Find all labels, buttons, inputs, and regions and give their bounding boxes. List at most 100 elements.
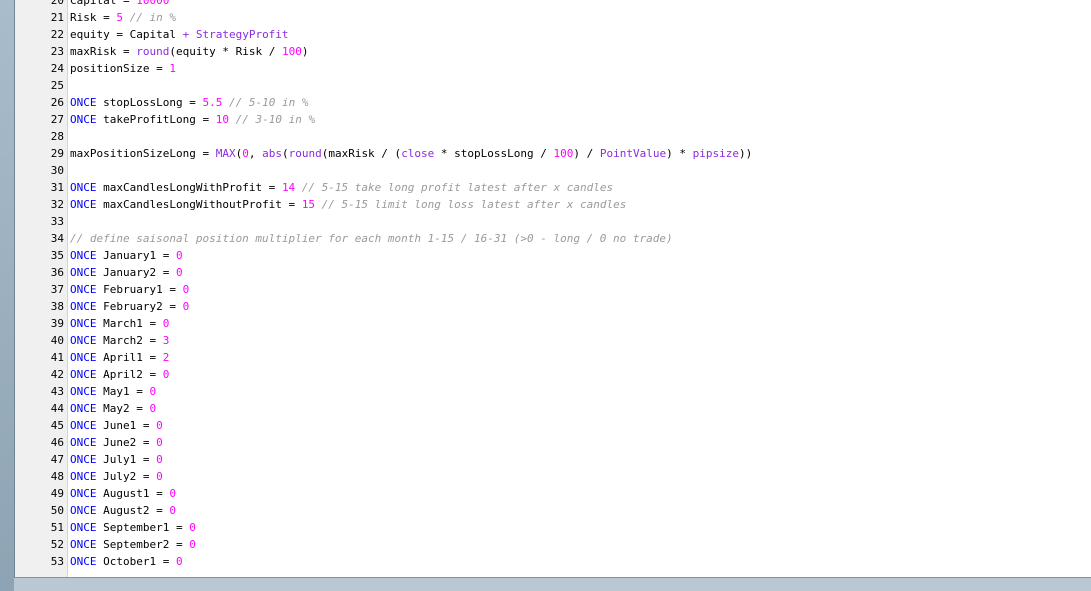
code-line[interactable]: 42 ONCE April2 = 0	[15, 366, 1091, 383]
horizontal-scrollbar[interactable]	[14, 577, 1091, 591]
code-text: ONCE February2 = 0	[70, 298, 189, 315]
code-line[interactable]: 51 ONCE September1 = 0	[15, 519, 1091, 536]
code-token: ))	[739, 147, 753, 160]
code-text: ONCE April2 = 0	[70, 366, 169, 383]
code-token: September2 =	[96, 538, 190, 551]
code-text: ONCE August1 = 0	[70, 485, 176, 502]
code-line[interactable]: 52 ONCE September2 = 0	[15, 536, 1091, 553]
code-token: 0	[182, 283, 190, 296]
line-number: 30	[50, 164, 64, 177]
code-line[interactable]: 48 ONCE July2 = 0	[15, 468, 1091, 485]
code-line[interactable]: 49 ONCE August1 = 0	[15, 485, 1091, 502]
line-number: 46	[50, 436, 64, 449]
code-line[interactable]: 23 maxRisk = round(equity * Risk / 100)	[15, 43, 1091, 60]
line-number: 20	[50, 0, 64, 7]
code-token: ONCE	[70, 521, 97, 534]
code-token: ONCE	[70, 198, 97, 211]
code-line[interactable]: 20 Capital = 10000	[15, 0, 1091, 9]
code-text: ONCE May1 = 0	[70, 383, 156, 400]
code-token: equity = Capital	[70, 28, 183, 41]
code-token: ) /	[573, 147, 600, 160]
line-number: 27	[50, 113, 64, 126]
code-token: 1	[169, 62, 176, 75]
code-token: ONCE	[70, 402, 97, 415]
code-line[interactable]: 46 ONCE June2 = 0	[15, 434, 1091, 451]
code-token: 10	[215, 113, 229, 126]
line-number: 51	[50, 521, 64, 534]
code-line[interactable]: 34 // define saisonal position multiplier…	[15, 230, 1091, 247]
code-line[interactable]: 29 maxPositionSizeLong = MAX(0, abs(round…	[15, 145, 1091, 162]
line-number: 28	[50, 130, 64, 143]
code-line[interactable]: 50 ONCE August2 = 0	[15, 502, 1091, 519]
code-line[interactable]: 53 ONCE October1 = 0	[15, 553, 1091, 570]
line-number: 39	[50, 317, 64, 330]
code-token: 0	[175, 555, 183, 568]
code-line[interactable]: 28	[15, 128, 1091, 145]
code-token: 0	[156, 419, 163, 432]
code-editor[interactable]: 20 Capital = 10000 21 Risk = 5 // in % 22 equ…	[14, 0, 1091, 578]
code-token: ONCE	[70, 538, 97, 551]
code-token: June2 =	[96, 436, 157, 449]
code-line[interactable]: 30	[15, 162, 1091, 179]
code-token: close	[401, 147, 435, 160]
code-line[interactable]: 38 ONCE February2 = 0	[15, 298, 1091, 315]
code-line[interactable]: 40 ONCE March2 = 3	[15, 332, 1091, 349]
code-token: July2 =	[96, 470, 157, 483]
code-line[interactable]: 31 ONCE maxCandlesLongWithProfit = 14 // …	[15, 179, 1091, 196]
code-line[interactable]: 25	[15, 77, 1091, 94]
code-line[interactable]: 36 ONCE January2 = 0	[15, 264, 1091, 281]
code-token: ONCE	[70, 487, 97, 500]
code-token: round	[136, 45, 170, 58]
line-number: 29	[50, 147, 64, 160]
line-number: 23	[50, 45, 64, 58]
line-number: 42	[50, 368, 64, 381]
code-token: 0	[169, 487, 176, 500]
code-text: maxPositionSizeLong = MAX(0, abs(round(m…	[70, 145, 752, 162]
code-text: ONCE September1 = 0	[70, 519, 196, 536]
code-text: ONCE June1 = 0	[70, 417, 163, 434]
line-number: 25	[50, 79, 64, 92]
code-text: ONCE October1 = 0	[70, 553, 183, 570]
code-line[interactable]: 27 ONCE takeProfitLong = 10 // 3-10 in %	[15, 111, 1091, 128]
line-number: 22	[50, 28, 64, 41]
code-token: Capital =	[70, 0, 137, 7]
code-line[interactable]: 45 ONCE June1 = 0	[15, 417, 1091, 434]
code-line[interactable]: 47 ONCE July1 = 0	[15, 451, 1091, 468]
code-line[interactable]: 43 ONCE May1 = 0	[15, 383, 1091, 400]
code-line[interactable]: 26 ONCE stopLossLong = 5.5 // 5-10 in %	[15, 94, 1091, 111]
line-number: 43	[50, 385, 64, 398]
code-token: 0	[189, 521, 196, 534]
code-line[interactable]: 22 equity = Capital + StrategyProfit	[15, 26, 1091, 43]
code-text: // define saisonal position multiplier f…	[70, 230, 673, 247]
code-token: September1 =	[96, 521, 190, 534]
code-token: 0	[156, 453, 163, 466]
code-line[interactable]: 33	[15, 213, 1091, 230]
code-line[interactable]: 41 ONCE April1 = 2	[15, 349, 1091, 366]
code-line[interactable]: 37 ONCE February1 = 0	[15, 281, 1091, 298]
code-line[interactable]: 35 ONCE January1 = 0	[15, 247, 1091, 264]
code-line[interactable]: 39 ONCE March1 = 0	[15, 315, 1091, 332]
code-token: 0	[175, 266, 183, 279]
code-token: February2 =	[96, 300, 183, 313]
code-token: 0	[175, 249, 183, 262]
code-token: 14	[281, 181, 296, 194]
code-token: stopLossLong =	[96, 96, 203, 109]
code-token: ,	[248, 147, 263, 160]
code-line[interactable]: 44 ONCE May2 = 0	[15, 400, 1091, 417]
code-token: abs	[262, 147, 282, 160]
code-token: + StrategyProfit	[182, 28, 289, 41]
code-line[interactable]: 24 positionSize = 1	[15, 60, 1091, 77]
code-token: 2	[162, 351, 170, 364]
code-text: ONCE February1 = 0	[70, 281, 189, 298]
code-token: maxCandlesLongWithProfit =	[96, 181, 282, 194]
code-token: pipsize	[692, 147, 739, 160]
line-number: 53	[50, 555, 64, 568]
line-number: 32	[50, 198, 64, 211]
code-text: ONCE takeProfitLong = 10 // 3-10 in %	[70, 111, 315, 128]
code-token: 100	[553, 147, 574, 160]
code-token: August2 =	[96, 504, 170, 517]
code-line[interactable]: 21 Risk = 5 // in %	[15, 9, 1091, 26]
code-line[interactable]: 32 ONCE maxCandlesLongWithoutProfit = 15 …	[15, 196, 1091, 213]
code-token: round	[288, 147, 322, 160]
line-number: 21	[50, 11, 64, 24]
